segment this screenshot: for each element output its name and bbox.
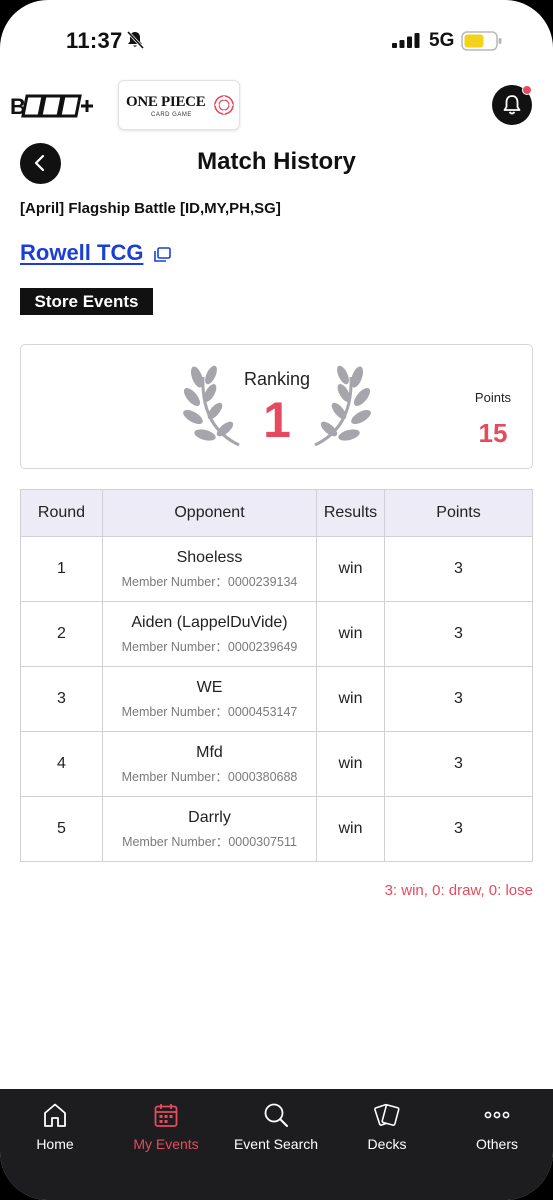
header-round: Round: [20, 489, 103, 537]
nav-home-label: Home: [36, 1136, 74, 1152]
notification-badge: [522, 85, 532, 95]
ranking-card: Ranking 1 Points 15: [20, 344, 533, 469]
opponent-name: Aiden (LappelDuVide): [131, 613, 288, 631]
nav-others-label: Others: [475, 1136, 518, 1152]
category-tag: Store Events: [20, 288, 153, 315]
signal-icon: [392, 33, 420, 48]
opponent-cell: Mfd Member Number：0000380688: [102, 731, 317, 797]
opponent-name: Darrly: [188, 808, 231, 826]
points-cell: 3: [384, 536, 533, 602]
match-history-table: Round Opponent Results Points 1 Shoeless…: [20, 489, 533, 862]
table-row: 5 Darrly Member Number：0000307511 win 3: [20, 796, 533, 862]
points-cell: 3: [384, 796, 533, 862]
round-cell: 3: [20, 666, 103, 732]
calendar-icon: [154, 1104, 178, 1127]
round-cell: 4: [20, 731, 103, 797]
external-link-icon[interactable]: [152, 246, 172, 264]
ranking-label: Ranking: [243, 369, 311, 389]
table-row: 4 Mfd Member Number：0000380688 win 3: [20, 731, 533, 797]
member-number: Member Number：0000239649: [121, 639, 298, 654]
opponent-name: Shoeless: [176, 548, 243, 566]
event-name: [April] Flagship Battle [ID,MY,PH,SG]: [20, 200, 281, 217]
bandai-tcg-plus-logo[interactable]: B: [10, 90, 100, 122]
opponent-name: Mfd: [196, 743, 223, 761]
table-header-row: Round Opponent Results Points: [20, 489, 533, 537]
member-number: Member Number：0000453147: [121, 704, 298, 719]
opponent-name: WE: [196, 678, 223, 696]
status-time: 11:37: [66, 28, 123, 53]
nav-decks-label: Decks: [367, 1136, 407, 1152]
store-link[interactable]: Rowell TCG: [20, 240, 143, 266]
notification-bell-icon: [503, 95, 521, 115]
header-opponent: Opponent: [102, 489, 317, 537]
opponent-cell: Shoeless Member Number：0000239134: [102, 536, 317, 602]
bell-slash-icon: [126, 30, 145, 50]
member-number: Member Number：0000307511: [122, 834, 297, 849]
round-cell: 1: [20, 536, 103, 602]
points-cell: 3: [384, 731, 533, 797]
nav-my-events[interactable]: My Events: [111, 1089, 221, 1169]
result-cell: win: [316, 536, 385, 602]
points-value: 15: [478, 418, 508, 448]
points-label: Points: [474, 390, 512, 405]
search-icon: [264, 1103, 288, 1127]
table-row: 2 Aiden (LappelDuVide) Member Number：000…: [20, 601, 533, 667]
network-type: 5G: [429, 30, 455, 51]
opponent-cell: Aiden (LappelDuVide) Member Number：00002…: [102, 601, 317, 667]
member-number: Member Number：0000239134: [121, 574, 298, 589]
nav-event-search-label: Event Search: [233, 1136, 319, 1152]
nav-event-search[interactable]: Event Search: [221, 1089, 331, 1169]
nav-others[interactable]: Others: [442, 1089, 552, 1169]
one-piece-card-game-logo[interactable]: ONE PIECE CARD GAME: [118, 80, 240, 130]
result-cell: win: [316, 731, 385, 797]
points-cell: 3: [384, 666, 533, 732]
result-cell: win: [316, 601, 385, 667]
game-logo-title: ONE PIECE: [126, 94, 206, 110]
cards-icon: [374, 1103, 400, 1126]
header-points: Points: [384, 489, 533, 537]
status-bar: 11:37 5G: [0, 0, 553, 80]
points-legend: 3: win, 0: draw, 0: lose: [384, 882, 533, 899]
page-title: Match History: [197, 148, 356, 175]
bottom-nav: Home My Events Event Search Decks Others: [0, 1089, 553, 1200]
opponent-cell: Darrly Member Number：0000307511: [102, 796, 317, 862]
round-cell: 5: [20, 796, 103, 862]
nav-home[interactable]: Home: [0, 1089, 110, 1169]
table-row: 1 Shoeless Member Number：0000239134 win …: [20, 536, 533, 602]
more-icon: [484, 1111, 510, 1119]
opponent-cell: WE Member Number：0000453147: [102, 666, 317, 732]
nav-decks[interactable]: Decks: [332, 1089, 442, 1169]
points-cell: 3: [384, 601, 533, 667]
battery-icon: [461, 31, 502, 51]
member-number: Member Number：0000380688: [121, 769, 298, 784]
result-cell: win: [316, 796, 385, 862]
home-icon: [44, 1103, 66, 1127]
ranking-value: 1: [263, 392, 291, 448]
header-results: Results: [316, 489, 385, 537]
emblem-icon: [214, 95, 234, 115]
round-cell: 2: [20, 601, 103, 667]
table-row: 3 WE Member Number：0000453147 win 3: [20, 666, 533, 732]
phone-screen: 11:37 5G B ONE PIECE CARD GAME Match His…: [0, 0, 553, 1200]
nav-my-events-label: My Events: [133, 1136, 199, 1152]
game-logo-subtitle: CARD GAME: [151, 112, 192, 118]
result-cell: win: [316, 666, 385, 732]
